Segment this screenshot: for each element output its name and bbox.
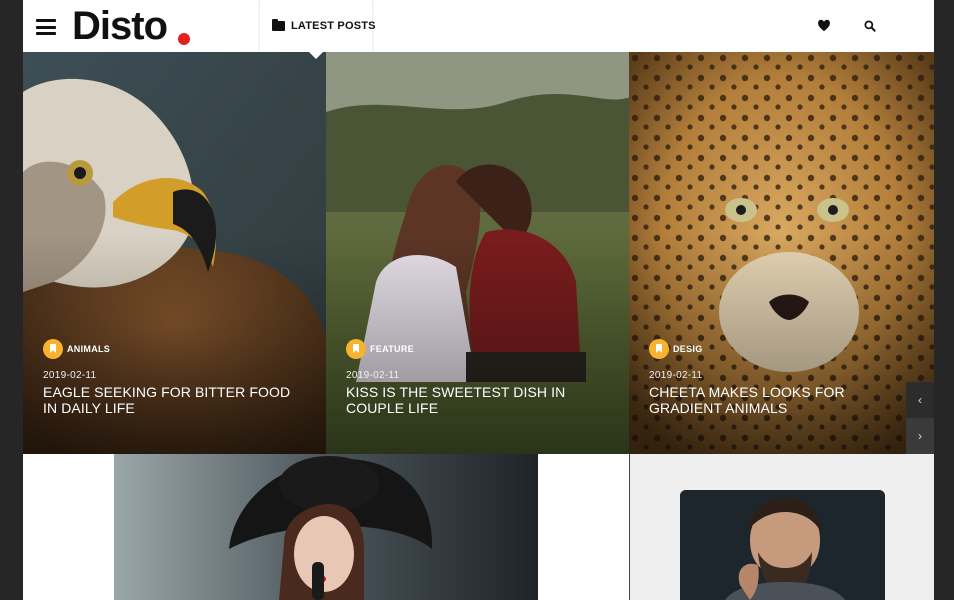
site-logo[interactable]: Disto	[72, 4, 168, 48]
author-image[interactable]	[680, 490, 885, 600]
logo-dot	[178, 33, 190, 45]
search-icon[interactable]	[863, 19, 877, 33]
hero-card[interactable]: FEATURE 2019-02-11 KISS IS THE SWEETEST …	[326, 52, 630, 454]
nav-caret	[309, 52, 323, 59]
category-label: ANIMALS	[67, 344, 111, 354]
site-header: Disto LATEST POSTS	[23, 0, 934, 52]
featured-post-area	[23, 454, 629, 600]
hero-card[interactable]: DESIG 2019-02-11 CHEETA MAKES LOOKS FOR …	[629, 52, 934, 454]
featured-post-image[interactable]	[114, 454, 538, 600]
post-title[interactable]: EAGLE SEEKING FOR BITTER FOOD IN DAILY L…	[43, 384, 303, 416]
category-label: DESIG	[673, 344, 703, 354]
category-label: FEATURE	[370, 344, 414, 354]
post-date: 2019-02-11	[649, 370, 703, 381]
bookmark-icon	[346, 339, 366, 359]
hero-card[interactable]: ANIMALS 2019-02-11 EAGLE SEEKING FOR BIT…	[23, 52, 327, 454]
woman-hat-image	[114, 454, 538, 600]
slider-prev-button[interactable]: ‹	[906, 382, 934, 418]
bearded-man-image	[680, 490, 885, 600]
page: Disto LATEST POSTS ANIMALS 2019-02-11 EA…	[23, 0, 934, 600]
hamburger-icon[interactable]	[36, 19, 56, 35]
bookmark-icon	[43, 339, 63, 359]
nav-tab-latest-posts[interactable]: LATEST POSTS	[259, 0, 376, 52]
folder-icon	[272, 19, 285, 31]
post-date: 2019-02-11	[43, 370, 97, 381]
post-title[interactable]: KISS IS THE SWEETEST DISH IN COUPLE LIFE	[346, 384, 606, 416]
post-title[interactable]: CHEETA MAKES LOOKS FOR GRADIENT ANIMALS	[649, 384, 909, 416]
sidebar-author-widget	[629, 454, 934, 600]
hero-slider: ANIMALS 2019-02-11 EAGLE SEEKING FOR BIT…	[23, 52, 934, 454]
heart-icon[interactable]	[817, 19, 831, 33]
bookmark-icon	[649, 339, 669, 359]
slider-next-button[interactable]: ›	[906, 418, 934, 454]
post-date: 2019-02-11	[346, 370, 400, 381]
nav-tab-label: LATEST POSTS	[291, 20, 376, 32]
